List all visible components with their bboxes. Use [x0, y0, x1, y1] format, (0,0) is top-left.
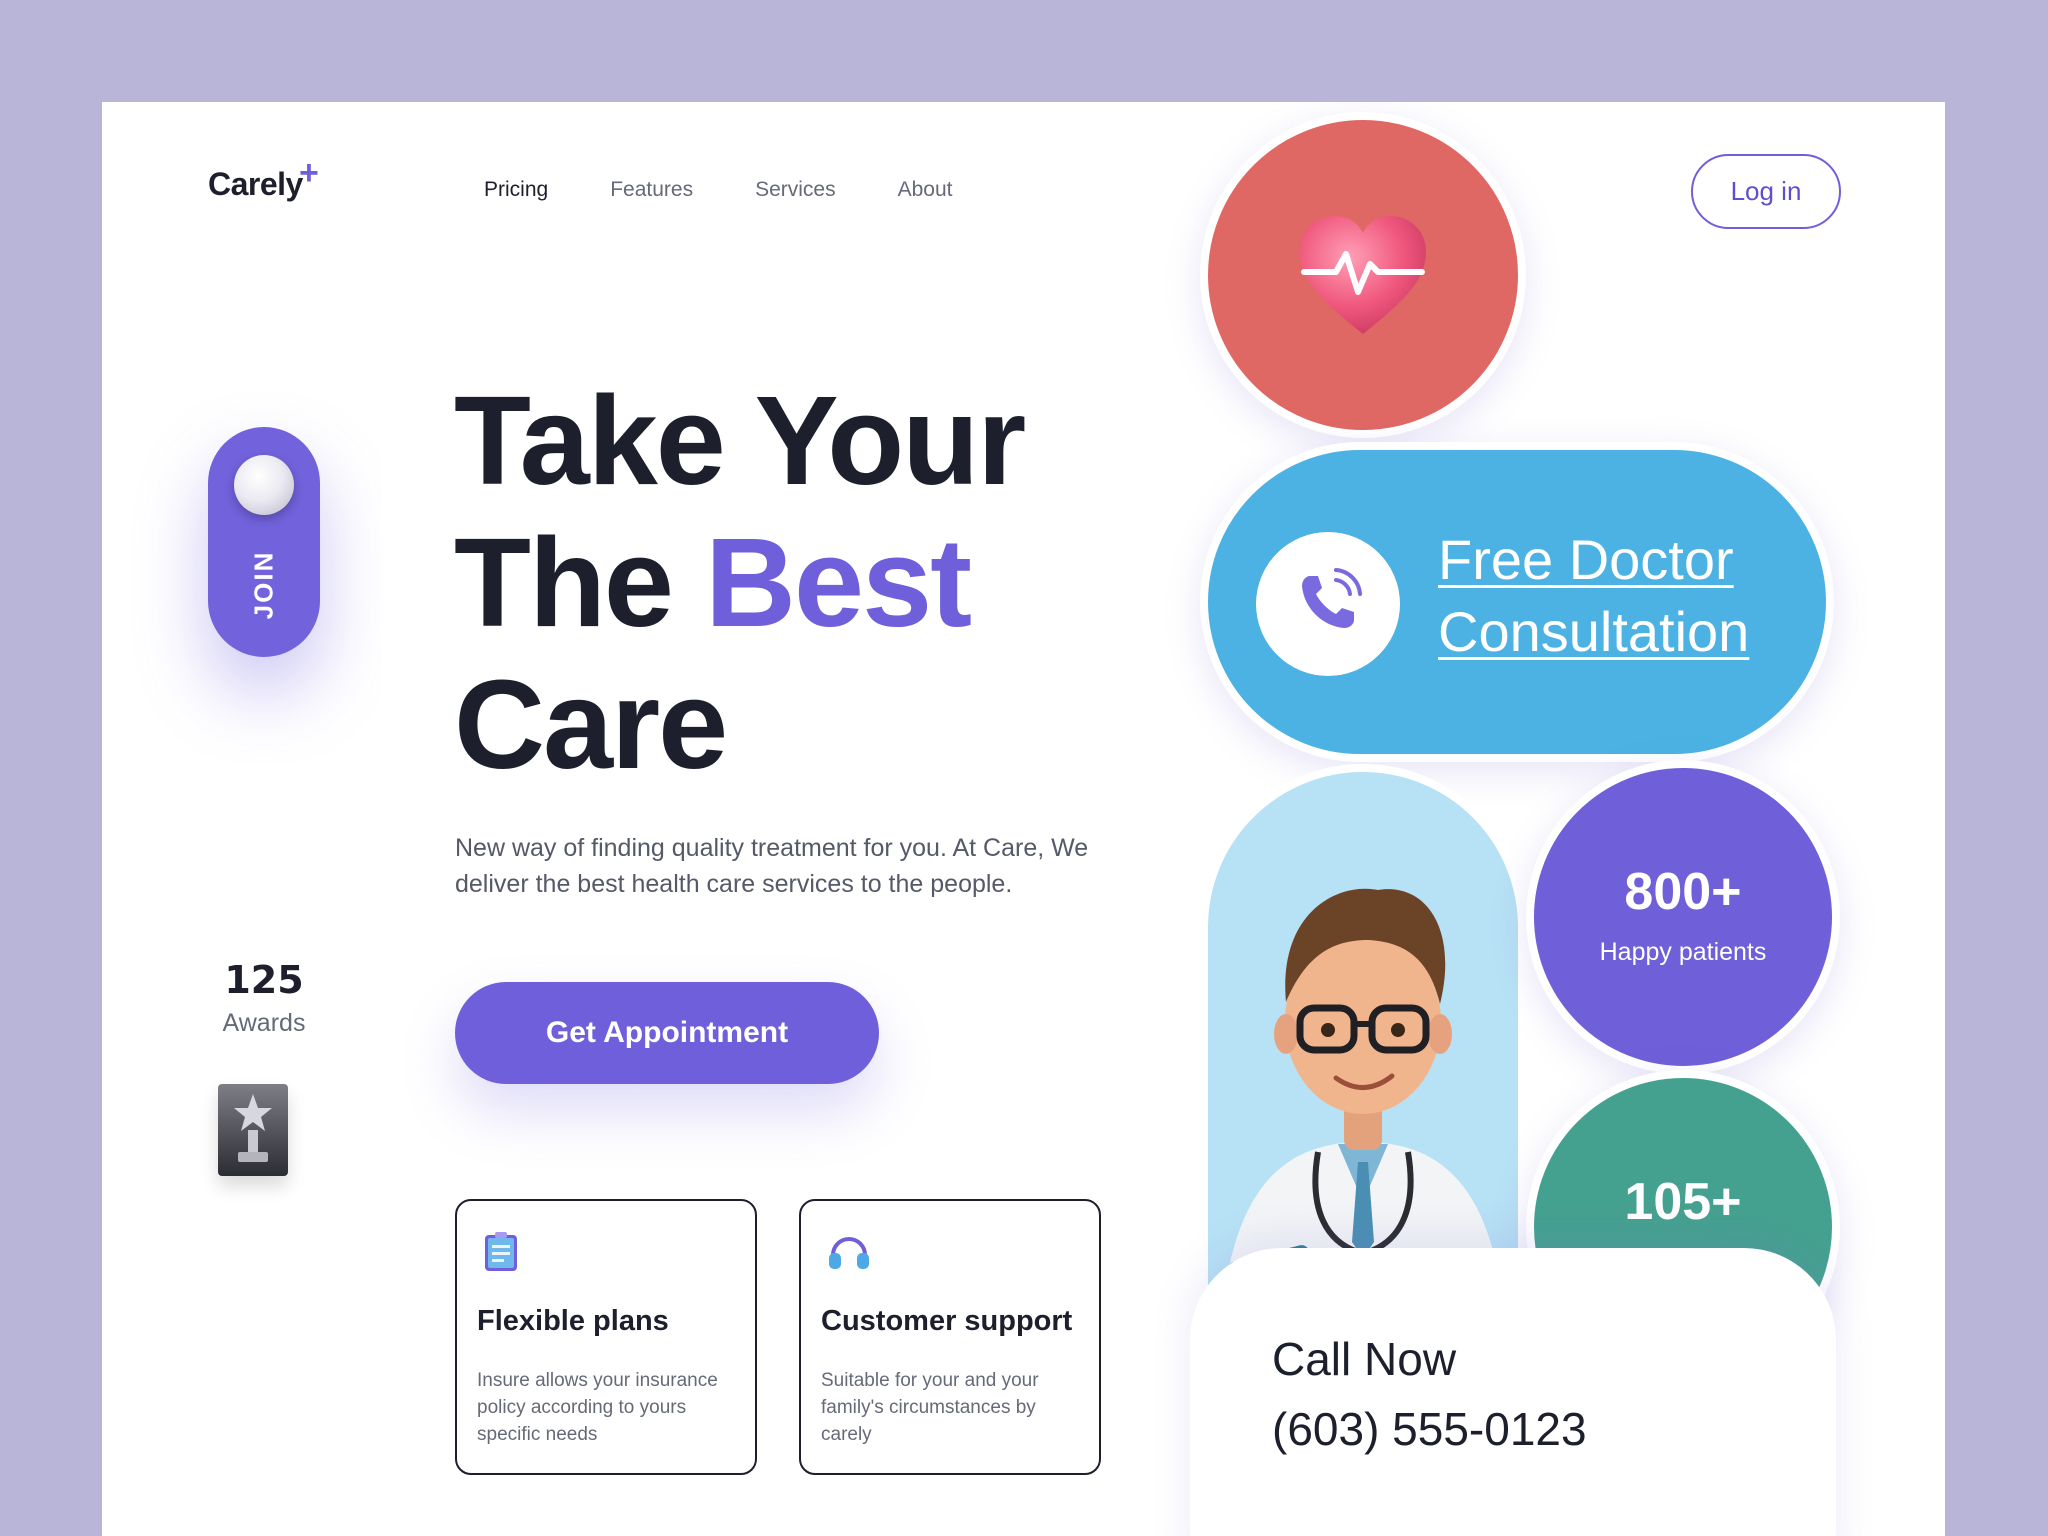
call-now-card[interactable]: Call Now (603) 555-0123	[1190, 1248, 1836, 1536]
headline-line-1: Take Your	[454, 370, 1026, 511]
stat-value: 105+	[1624, 1173, 1742, 1231]
clipboard-icon	[483, 1231, 519, 1271]
awards-label: Awards	[222, 1009, 306, 1037]
feature-card-flexible-plans[interactable]: Flexible plans Insure allows your insura…	[455, 1199, 757, 1475]
feature-description: Suitable for your and your family's circ…	[821, 1370, 1039, 1445]
nav-item-features[interactable]: Features	[610, 178, 693, 202]
free-consultation-card[interactable]: Free Doctor Consultation	[1200, 442, 1834, 762]
nav-item-pricing[interactable]: Pricing	[484, 178, 548, 202]
hero-headline: Take Your The Best Care	[454, 370, 1026, 796]
trophy-icon	[218, 1084, 288, 1176]
phone-call-icon	[1292, 566, 1364, 643]
feature-title: Flexible plans	[477, 1305, 669, 1337]
free-consultation-link[interactable]: Free Doctor Consultation	[1438, 524, 1798, 668]
stat-value: 800+	[1624, 863, 1742, 921]
stat-label: Happy patients	[1599, 938, 1767, 966]
headset-icon	[827, 1231, 869, 1271]
login-button[interactable]: Log in	[1691, 154, 1841, 229]
heart-tile	[1200, 112, 1526, 438]
landing-page: Carely + Pricing Features Services About …	[102, 102, 1945, 1536]
brand-plus-mark: +	[299, 154, 319, 192]
join-label: JOIN	[248, 550, 279, 620]
main-nav: Pricing Features Services About	[484, 178, 1015, 202]
hero-subtitle: New way of finding quality treatment for…	[455, 834, 1089, 898]
stat-happy-patients: 800+ Happy patients	[1526, 760, 1840, 1074]
nav-item-services[interactable]: Services	[755, 178, 836, 202]
feature-title: Customer support	[821, 1305, 1073, 1337]
nav-item-about[interactable]: About	[898, 178, 953, 202]
toggle-knob[interactable]	[234, 455, 294, 515]
awards-count: 125	[224, 958, 304, 1002]
feature-description: Insure allows your insurance policy acco…	[477, 1370, 718, 1445]
brand-name: Carely	[208, 166, 303, 202]
phone-call-button[interactable]	[1256, 532, 1400, 676]
headline-accent-word: Best	[705, 512, 972, 653]
phone-number[interactable]: (603) 555-0123	[1272, 1402, 1587, 1456]
heart-pulse-icon	[1296, 212, 1430, 343]
feature-card-customer-support[interactable]: Customer support Suitable for your and y…	[799, 1199, 1101, 1475]
brand-logo[interactable]: Carely +	[208, 154, 319, 203]
headline-line-3: Care	[454, 654, 728, 795]
get-appointment-button[interactable]: Get Appointment	[455, 982, 879, 1084]
headline-line-2-prefix: The	[454, 512, 706, 653]
join-toggle[interactable]: JOIN	[208, 427, 320, 657]
headline-line-2: The Best	[454, 512, 1024, 654]
call-now-label: Call Now	[1272, 1333, 1457, 1385]
